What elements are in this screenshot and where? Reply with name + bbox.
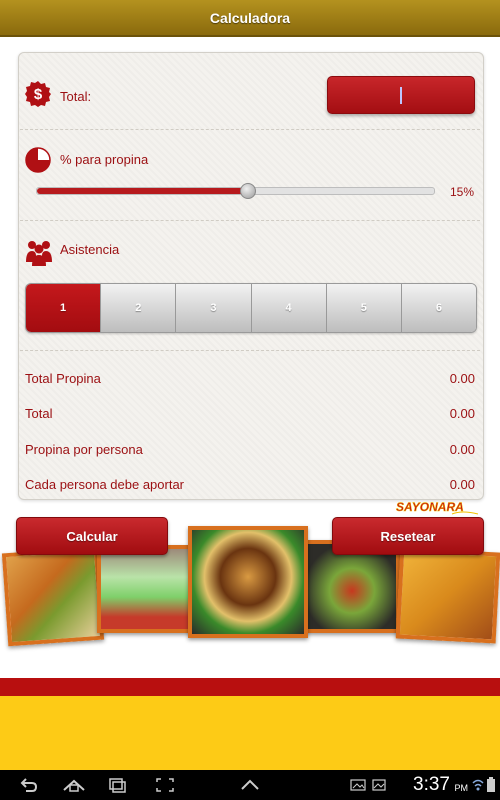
result-label-total-tip: Total Propina xyxy=(25,371,101,386)
attendance-option-1[interactable]: 1 xyxy=(26,284,102,332)
divider xyxy=(20,220,480,221)
footer-stripe xyxy=(0,678,500,696)
home-icon[interactable] xyxy=(62,778,86,792)
screenshot-icon[interactable] xyxy=(155,777,175,793)
attendance-selector: 1 2 3 4 5 6 xyxy=(25,283,477,333)
tip-slider-fill xyxy=(37,188,248,194)
image-notification-icon xyxy=(372,779,386,791)
attendance-option-4[interactable]: 4 xyxy=(251,284,327,332)
food-photo-burger xyxy=(188,526,308,638)
divider xyxy=(20,129,480,130)
result-value-tip-per-person: 0.00 xyxy=(449,442,475,457)
result-value-total-tip: 0.00 xyxy=(449,371,475,386)
attendance-label: Asistencia xyxy=(60,242,120,257)
people-icon xyxy=(26,241,52,266)
result-label-each-pays: Cada persona debe aportar xyxy=(25,477,185,492)
image-notification-icon xyxy=(350,779,366,791)
result-value-total: 0.00 xyxy=(449,406,475,421)
chevron-up-icon[interactable] xyxy=(240,779,260,791)
food-photo-drink xyxy=(97,545,193,633)
result-value-each-pays: 0.00 xyxy=(449,477,475,492)
food-photo-tacos xyxy=(1,546,105,647)
back-icon[interactable] xyxy=(20,777,38,793)
text-caret xyxy=(400,87,402,104)
result-label-total: Total xyxy=(25,406,53,421)
battery-icon xyxy=(487,777,495,792)
sayonara-logo: SAYONARA xyxy=(396,500,479,515)
attendance-option-5[interactable]: 5 xyxy=(326,284,402,332)
total-label: Total: xyxy=(60,89,92,104)
wifi-icon xyxy=(472,779,484,791)
food-photo-fries xyxy=(395,547,500,644)
recent-apps-icon[interactable] xyxy=(108,777,126,793)
tip-percent: 15% xyxy=(449,185,474,199)
clock-ampm: PM xyxy=(454,783,469,793)
total-input[interactable] xyxy=(327,76,475,114)
clock-time: 3:37 xyxy=(413,774,450,795)
footer-area xyxy=(0,696,500,770)
calculate-button[interactable]: Calcular xyxy=(16,517,168,555)
pie-chart-icon xyxy=(25,147,51,173)
attendance-option-2[interactable]: 2 xyxy=(101,284,177,332)
result-label-tip-per-person: Propina por persona xyxy=(25,442,143,457)
tip-label: % para propina xyxy=(60,152,149,167)
app-title: Calculadora xyxy=(0,0,500,37)
calculator-card xyxy=(18,52,484,500)
attendance-option-6[interactable]: 6 xyxy=(401,284,476,332)
divider xyxy=(20,350,480,351)
system-bar: 3:37 PM xyxy=(0,770,500,800)
svg-text:$: $ xyxy=(34,86,43,103)
reset-button[interactable]: Resetear xyxy=(332,517,484,555)
attendance-option-3[interactable]: 3 xyxy=(176,284,252,332)
tip-slider-handle[interactable] xyxy=(240,183,256,199)
dollar-icon: $ xyxy=(25,81,51,107)
tip-slider-track[interactable] xyxy=(36,187,435,195)
svg-text:SAYONARA: SAYONARA xyxy=(396,500,464,514)
